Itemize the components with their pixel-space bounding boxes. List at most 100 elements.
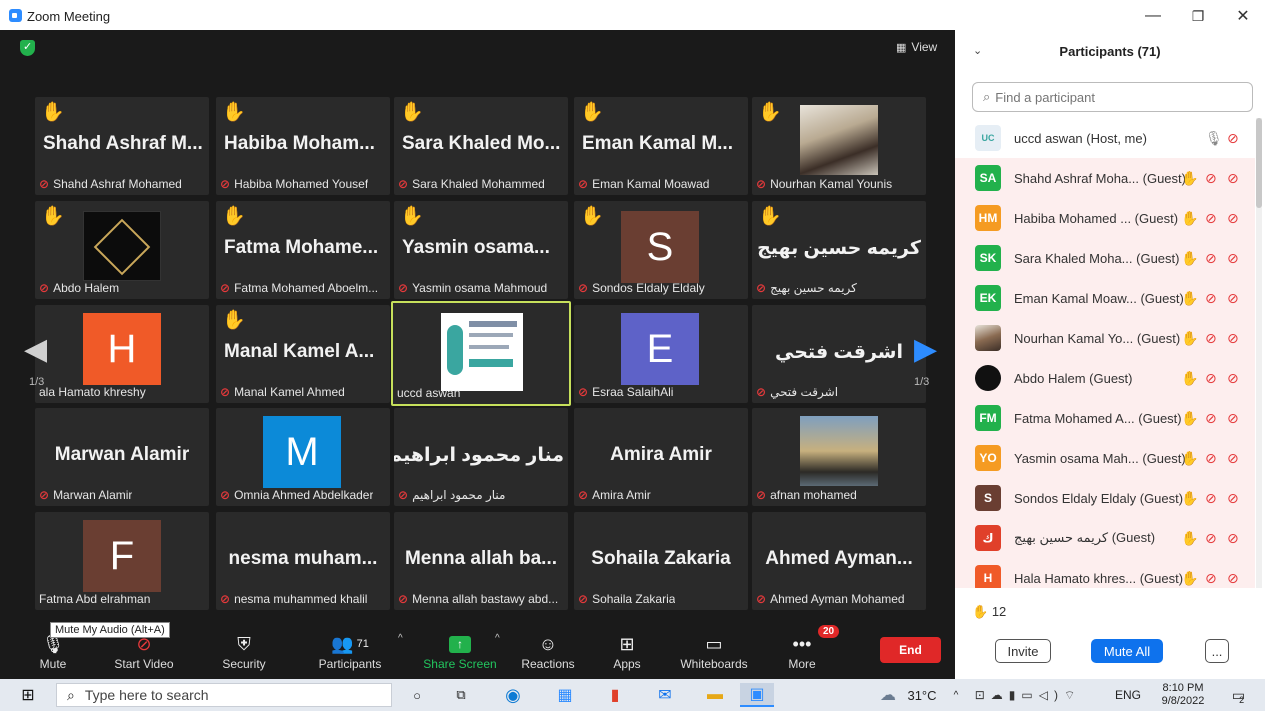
microphone-icon[interactable]: 🎙 — [1205, 130, 1223, 147]
participant-row[interactable]: FM Fatma Mohamed A... (Guest) ✋ ⊘ ⊘ — [955, 398, 1255, 438]
zoom-taskbar-icon[interactable]: ▣ — [740, 683, 774, 707]
video-tile[interactable]: اشرقت فتحي ⊘ اشرقت فتحي — [752, 305, 926, 403]
edge-icon[interactable]: ◉ — [498, 683, 528, 707]
video-tile[interactable]: منار محمود ابراهيم ⊘ منار محمود ابراهيم — [394, 408, 568, 506]
video-off-icon[interactable]: ⊘ — [1227, 370, 1239, 387]
video-tile[interactable]: Amira Amir ⊘ Amira Amir — [574, 408, 748, 506]
video-tile[interactable]: ✋ Yasmin osama... ⊘ Yasmin osama Mahmoud — [394, 201, 568, 299]
video-tile[interactable]: Marwan Alamir ⊘ Marwan Alamir — [35, 408, 209, 506]
encryption-shield-icon[interactable] — [20, 40, 35, 56]
participant-row[interactable]: UC uccd aswan (Host, me) 🎙 ⊘ — [955, 118, 1255, 158]
video-off-icon[interactable]: ⊘ — [1227, 210, 1239, 227]
notification-center-icon[interactable]: ▭ 2 — [1224, 683, 1252, 707]
mic-muted-icon[interactable]: ⊘ — [1205, 250, 1217, 267]
video-tile[interactable]: Menna allah ba... ⊘ Menna allah bastawy a… — [394, 512, 568, 610]
search-input[interactable] — [995, 89, 1236, 105]
apps-button[interactable]: ⊞ Apps — [604, 623, 650, 679]
video-tile[interactable]: M ⊘ Omnia Ahmed Abdelkader — [216, 408, 390, 506]
participants-caret-icon[interactable]: ^ — [398, 633, 403, 644]
video-off-icon[interactable]: ⊘ — [1227, 450, 1239, 467]
prev-page-arrow-icon[interactable]: ◀ — [24, 332, 47, 367]
mic-muted-icon[interactable]: ⊘ — [1205, 170, 1217, 187]
participant-row[interactable]: HM Habiba Mohamed ... (Guest) ✋ ⊘ ⊘ — [955, 198, 1255, 238]
mic-muted-icon[interactable]: ⊘ — [1205, 530, 1217, 547]
video-tile[interactable]: Ahmed Ayman... ⊘ Ahmed Ayman Mohamed — [752, 512, 926, 610]
mic-muted-icon[interactable]: ⊘ — [1205, 370, 1217, 387]
video-tile[interactable]: nesma muham... ⊘ nesma muhammed khalil — [216, 512, 390, 610]
participant-row[interactable]: ك كريمه حسين بهيج (Guest) ✋ ⊘ ⊘ — [955, 518, 1255, 558]
video-tile[interactable]: ✋ Fatma Mohame... ⊘ Fatma Mohamed Aboelm.… — [216, 201, 390, 299]
video-tile[interactable]: ✋ Manal Kamel A... ⊘ Manal Kamel Ahmed — [216, 305, 390, 403]
video-tile[interactable]: ✋ Eman Kamal M... ⊘ Eman Kamal Moawad — [574, 97, 748, 195]
tray-expand-icon[interactable]: ^ — [946, 683, 966, 707]
participant-list-scrollbar[interactable] — [1256, 118, 1262, 588]
mail-icon[interactable]: ✉ — [650, 683, 680, 707]
participant-row[interactable]: YO Yasmin osama Mah... (Guest) ✋ ⊘ ⊘ — [955, 438, 1255, 478]
participant-row[interactable]: S Sondos Eldaly Eldaly (Guest) ✋ ⊘ ⊘ — [955, 478, 1255, 518]
video-off-icon[interactable]: ⊘ — [1227, 490, 1239, 507]
video-tile[interactable]: ✋ Sara Khaled Mo... ⊘ Sara Khaled Mohamme… — [394, 97, 568, 195]
windows-start-icon[interactable]: ⊞ — [12, 683, 44, 707]
store-icon[interactable]: ▦ — [550, 683, 580, 707]
mic-muted-icon[interactable]: ⊘ — [1205, 410, 1217, 427]
panel-more-button[interactable]: ... — [1205, 639, 1229, 663]
participants-button[interactable]: 👥 71 Participants — [310, 623, 390, 679]
view-button[interactable]: ▦ View — [888, 36, 946, 58]
video-tile[interactable]: ⊘ afnan mohamed — [752, 408, 926, 506]
video-tile[interactable]: S ✋ ⊘ Sondos Eldaly Eldaly — [574, 201, 748, 299]
video-tile[interactable]: Sohaila Zakaria ⊘ Sohaila Zakaria — [574, 512, 748, 610]
restore-icon[interactable]: ❐ — [1175, 4, 1221, 28]
system-tray-icons[interactable]: ⊡☁▮▭◁)⌔ — [968, 683, 1088, 707]
video-off-icon[interactable]: ⊘ — [1227, 250, 1239, 267]
participant-row[interactable]: H Hala Hamato khres... (Guest) ✋ ⊘ ⊘ — [955, 558, 1255, 588]
task-view-icon[interactable]: ⧉ — [448, 683, 474, 707]
share-caret-icon[interactable]: ^ — [495, 633, 500, 644]
participant-row[interactable]: SA Shahd Ashraf Moha... (Guest) ✋ ⊘ ⊘ — [955, 158, 1255, 198]
video-tile[interactable]: E ⊘ Esraa SalaihAli — [574, 305, 748, 403]
video-tile[interactable]: F Fatma Abd elrahman — [35, 512, 209, 610]
mute-all-button[interactable]: Mute All — [1091, 639, 1163, 663]
video-tile[interactable]: H ala Hamato khreshy — [35, 305, 209, 403]
end-meeting-button[interactable]: End — [880, 637, 941, 663]
taskbar-search[interactable]: ⌕ Type here to search — [56, 683, 392, 707]
participant-row[interactable]: Abdo Halem (Guest) ✋ ⊘ ⊘ — [955, 358, 1255, 398]
weather-temperature[interactable]: 31°C — [902, 683, 942, 707]
whiteboards-button[interactable]: ▭ Whiteboards — [676, 623, 752, 679]
video-tile[interactable]: ✋ Shahd Ashraf M... ⊘ Shahd Ashraf Mohame… — [35, 97, 209, 195]
mic-muted-icon[interactable]: ⊘ — [1205, 450, 1217, 467]
video-off-icon[interactable]: ⊘ — [1227, 410, 1239, 427]
video-tile[interactable]: ✋ Habiba Moham... ⊘ Habiba Mohamed Yousef — [216, 97, 390, 195]
mic-muted-icon[interactable]: ⊘ — [1205, 290, 1217, 307]
clock[interactable]: 8:10 PM 9/8/2022 — [1150, 682, 1216, 707]
video-off-icon[interactable]: ⊘ — [1227, 330, 1239, 347]
video-tile[interactable]: ✋ ⊘ Abdo Halem — [35, 201, 209, 299]
share-screen-button[interactable]: ↑ Share Screen — [420, 623, 500, 679]
video-tile[interactable]: ✋ ⊘ Nourhan Kamal Younis — [752, 97, 926, 195]
office-icon[interactable]: ▮ — [600, 683, 630, 707]
language-indicator[interactable]: ENG — [1110, 683, 1146, 707]
security-button[interactable]: ⛨ Security — [214, 623, 274, 679]
mic-muted-icon[interactable]: ⊘ — [1205, 490, 1217, 507]
next-page-arrow-icon[interactable]: ▶ — [914, 332, 937, 367]
participant-search[interactable]: ⌕ — [972, 82, 1253, 112]
mic-muted-icon[interactable]: ⊘ — [1205, 570, 1217, 587]
active-speaker-tile[interactable]: uccd aswan — [391, 301, 571, 406]
participant-row[interactable]: Nourhan Kamal Yo... (Guest) ✋ ⊘ ⊘ — [955, 318, 1255, 358]
video-tile[interactable]: ✋ كريمه حسين بهيج ⊘ كريمه حسين بهيج — [752, 201, 926, 299]
participant-row[interactable]: SK Sara Khaled Moha... (Guest) ✋ ⊘ ⊘ — [955, 238, 1255, 278]
video-off-icon[interactable]: ⊘ — [1227, 130, 1239, 147]
participant-row[interactable]: EK Eman Kamal Moaw... (Guest) ✋ ⊘ ⊘ — [955, 278, 1255, 318]
cortana-icon[interactable]: ○ — [404, 683, 430, 707]
reactions-button[interactable]: ☺ Reactions — [518, 623, 578, 679]
video-off-icon[interactable]: ⊘ — [1227, 290, 1239, 307]
video-off-icon[interactable]: ⊘ — [1227, 570, 1239, 587]
video-off-icon[interactable]: ⊘ — [1227, 530, 1239, 547]
scrollbar-thumb[interactable] — [1256, 118, 1262, 208]
invite-button[interactable]: Invite — [995, 639, 1051, 663]
close-icon[interactable]: ✕ — [1220, 4, 1265, 28]
video-off-icon[interactable]: ⊘ — [1227, 170, 1239, 187]
mic-muted-icon[interactable]: ⊘ — [1205, 210, 1217, 227]
mic-muted-icon[interactable]: ⊘ — [1205, 330, 1217, 347]
minimize-icon[interactable]: — — [1130, 4, 1176, 28]
file-explorer-icon[interactable]: ▬ — [700, 683, 730, 707]
